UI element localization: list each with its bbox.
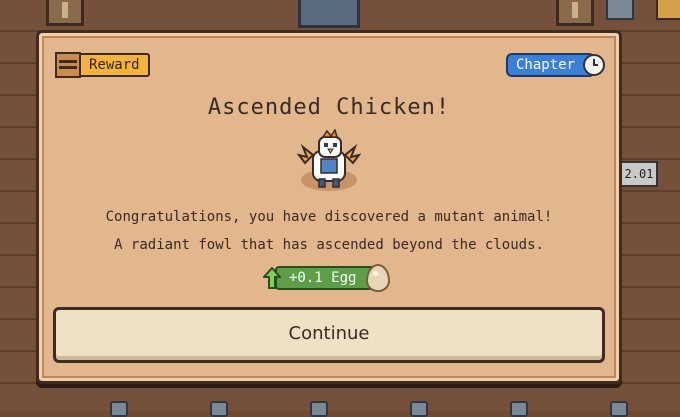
- bonus-badge: +0.1 Egg: [263, 264, 391, 292]
- background-object: [606, 0, 634, 20]
- continue-button[interactable]: Continue: [53, 307, 605, 363]
- clock-icon: [583, 54, 605, 76]
- background-object: [656, 0, 680, 20]
- reward-tag: Reward: [55, 52, 150, 78]
- animal-portrait: [297, 129, 361, 195]
- chapter-label: Chapter: [505, 53, 595, 77]
- background-object: [410, 401, 428, 417]
- background-object: [110, 401, 128, 417]
- description-line-2: A radiant fowl that has ascended beyond …: [114, 237, 544, 253]
- description-line-1: Congratulations, you have discovered a m…: [105, 209, 553, 225]
- chapter-button[interactable]: Chapter: [505, 53, 605, 77]
- dialog-title: Ascended Chicken!: [207, 95, 451, 120]
- background-object: [610, 401, 628, 417]
- reward-dialog: Reward Chapter Ascended Chicken! Congrat…: [36, 30, 622, 384]
- background-machine: [298, 0, 360, 28]
- background-crate: [46, 0, 84, 26]
- background-value-label: 2.01: [620, 161, 658, 187]
- arrow-up-icon: [263, 267, 281, 289]
- background-object: [210, 401, 228, 417]
- bonus-label: +0.1 Egg: [275, 266, 381, 290]
- chest-icon: [55, 52, 81, 78]
- background-crate: [556, 0, 594, 26]
- ascended-chicken-icon: [297, 129, 361, 188]
- reward-label: Reward: [77, 53, 150, 77]
- background-object: [310, 401, 328, 417]
- egg-icon: [366, 264, 391, 292]
- background-object: [510, 401, 528, 417]
